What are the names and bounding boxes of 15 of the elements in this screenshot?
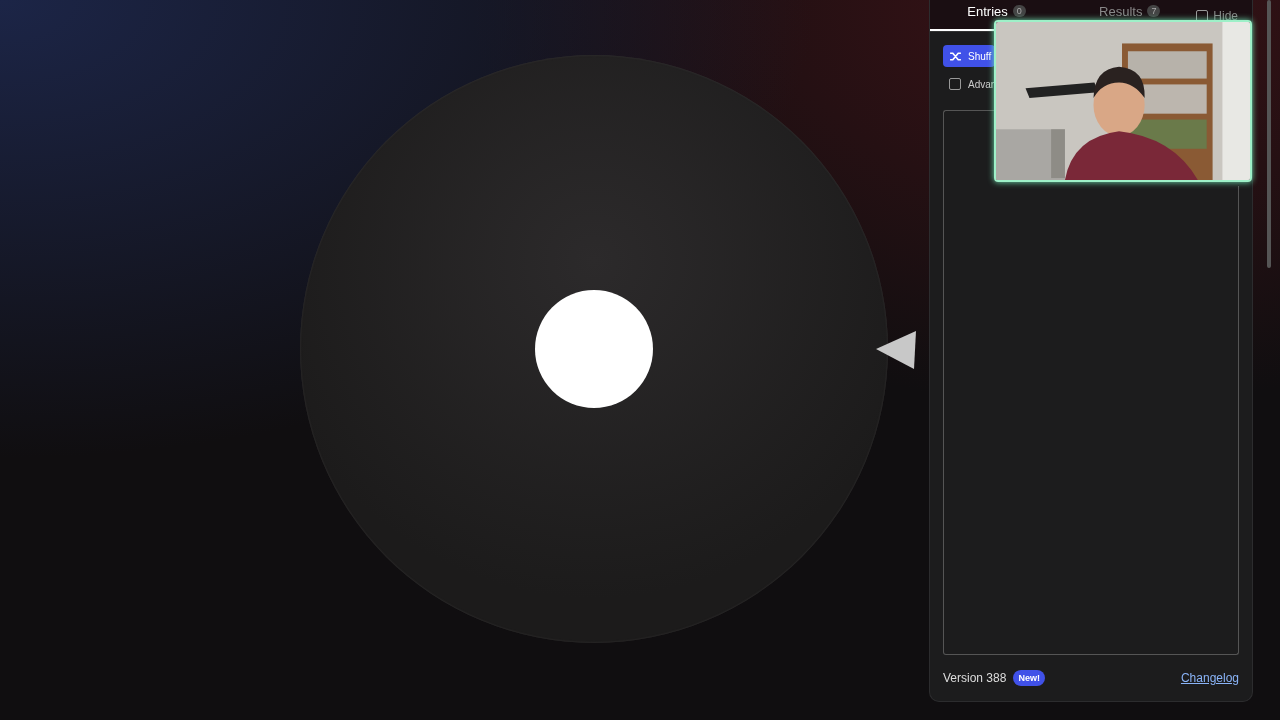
shuffle-button[interactable]: Shuff [943,45,995,67]
hide-label: Hide [1213,8,1238,23]
version-label: Version 388 [943,671,1007,685]
changelog-link[interactable]: Changelog [1180,671,1239,685]
tab[interactable]: Entries 0 [967,2,1026,20]
count-badge: 7 [1147,5,1161,17]
entries-field[interactable] [943,186,1239,655]
scrollbar[interactable] [1267,0,1271,268]
shuffle-icon [949,50,962,62]
tab[interactable]: Results 7 [1099,2,1161,20]
checkbox[interactable] [1196,9,1209,22]
checkbox[interactable] [949,78,961,90]
pointer-icon [874,329,918,371]
count-badge: 0 [1012,5,1026,17]
new-badge: New! [1013,670,1045,686]
